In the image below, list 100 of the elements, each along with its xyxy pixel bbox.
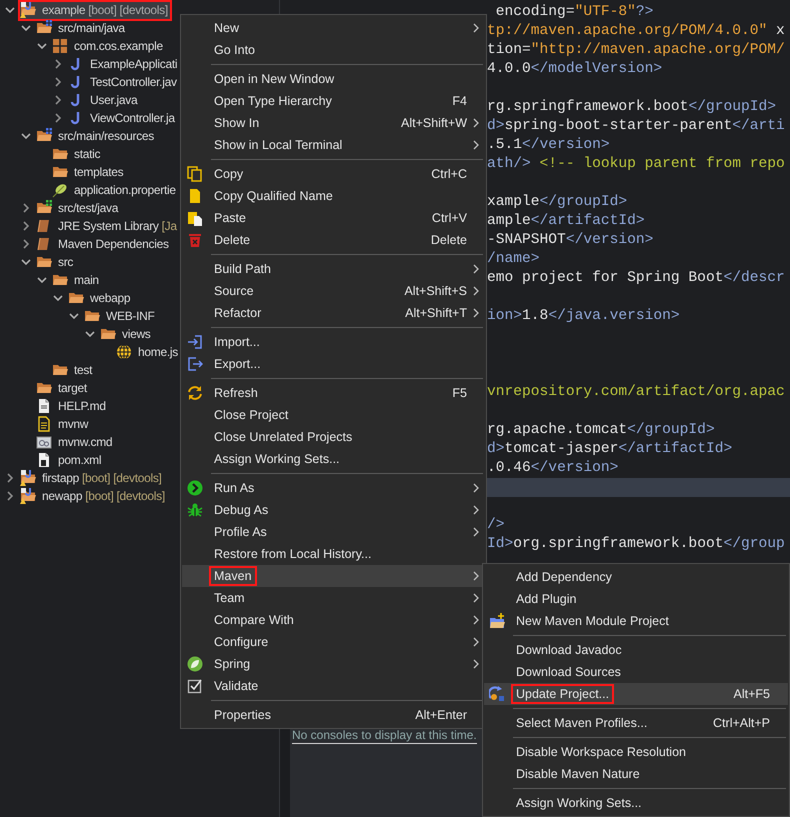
tree-item[interactable]: webapp xyxy=(68,290,132,306)
menu-item[interactable]: Copy Ctrl+C xyxy=(182,163,485,185)
menu-item[interactable]: Open in New Window xyxy=(182,68,485,90)
menu-item[interactable]: Validate xyxy=(182,675,485,697)
source-folder-icon xyxy=(36,128,52,144)
menu-item[interactable]: Export... xyxy=(182,353,485,375)
menu-item[interactable]: New xyxy=(182,17,485,39)
code-line: ath/> <!-- lookup parent from repo xyxy=(487,155,785,174)
tree-item[interactable]: src/test/java xyxy=(36,200,120,216)
checkbox-icon xyxy=(187,678,203,694)
menu-item[interactable]: Build Path xyxy=(182,258,485,280)
menu-item[interactable]: Configure xyxy=(182,631,485,653)
menu-item[interactable]: Close Unrelated Projects xyxy=(182,426,485,448)
code-line: vnrepository.com/artifact/org.apac xyxy=(487,383,785,402)
menu-item[interactable]: Open Type Hierarchy F4 xyxy=(182,90,485,112)
menu-item[interactable]: Disable Maven Nature xyxy=(484,763,788,785)
folder-icon xyxy=(36,380,52,396)
code-line: encoding="UTF-8"?> xyxy=(494,3,654,22)
tree-item[interactable]: static xyxy=(52,146,102,162)
project-folder-icon xyxy=(20,2,36,18)
menu-item[interactable]: Profile As xyxy=(182,521,485,543)
project-folder-icon xyxy=(20,470,36,486)
code-line: xample</groupId> xyxy=(487,193,628,212)
tree-item[interactable]: firstapp [boot] [devtools] xyxy=(20,470,164,486)
tree-item[interactable]: Maven Dependencies xyxy=(36,236,171,252)
menu-item[interactable]: Assign Working Sets... xyxy=(182,448,485,470)
tree-item[interactable]: newapp [boot] [devtools] xyxy=(20,488,167,504)
tree-item[interactable]: WEB-INF xyxy=(84,308,157,324)
paste-icon xyxy=(187,210,203,226)
code-line: d>spring-boot-starter-parent</arti xyxy=(487,117,785,136)
tree-item[interactable]: JRE System Library [Ja xyxy=(36,218,179,234)
tree-item[interactable]: TestController.jav xyxy=(68,74,179,90)
tree-item[interactable]: mvnw.cmd xyxy=(36,434,114,450)
tree-item[interactable]: HELP.md xyxy=(36,398,108,414)
menu-item[interactable]: Paste Ctrl+V xyxy=(182,207,485,229)
menu-item[interactable]: Debug As xyxy=(182,499,485,521)
folder-icon xyxy=(52,146,68,162)
menu-item[interactable]: Add Dependency xyxy=(484,566,788,588)
menu-item[interactable]: Add Plugin xyxy=(484,588,788,610)
export-icon xyxy=(187,356,203,372)
tree-item[interactable]: templates xyxy=(52,164,126,180)
menu-item[interactable]: Copy Qualified Name xyxy=(182,185,485,207)
code-line: /> xyxy=(487,516,505,535)
tree-item[interactable]: home.js xyxy=(116,344,180,360)
menu-item[interactable]: Assign Working Sets... xyxy=(484,792,788,814)
tree-item[interactable]: com.cos.example xyxy=(52,38,165,54)
folder-icon xyxy=(52,362,68,378)
folder-icon xyxy=(36,254,52,270)
menu-item[interactable]: Run As xyxy=(182,477,485,499)
tree-item[interactable]: views xyxy=(100,326,153,342)
tree-item[interactable]: example [boot] [devtools] xyxy=(20,2,170,18)
menu-item[interactable]: Download Javadoc xyxy=(484,639,788,661)
tree-item[interactable]: test xyxy=(52,362,94,378)
menu-item[interactable]: Select Maven Profiles... Ctrl+Alt+P xyxy=(484,712,788,734)
menu-item[interactable]: Import... xyxy=(182,331,485,353)
text-file-icon xyxy=(36,416,52,432)
menu-item[interactable]: Team xyxy=(182,587,485,609)
menu-item[interactable]: Compare With xyxy=(182,609,485,631)
tree-item[interactable]: target xyxy=(36,380,89,396)
tree-item[interactable]: src/main/java xyxy=(36,20,127,36)
menu-item[interactable]: Restore from Local History... xyxy=(182,543,485,565)
tree-item[interactable]: src xyxy=(36,254,76,270)
tree-item[interactable]: User.java xyxy=(68,92,140,108)
menu-item[interactable]: Show In Alt+Shift+W xyxy=(182,112,485,134)
tree-item[interactable]: mvnw xyxy=(36,416,90,432)
code-line: ample</artifactId> xyxy=(487,212,645,231)
tree-item[interactable]: ViewController.ja xyxy=(68,110,177,126)
menu-item[interactable]: Disable Workspace Resolution xyxy=(484,741,788,763)
document-icon xyxy=(36,452,52,468)
book-icon xyxy=(36,218,52,234)
menu-item[interactable]: Go Into xyxy=(182,39,485,61)
tree-item[interactable]: ExampleApplicati xyxy=(68,56,180,72)
code-line: 4.0.0</modelVersion> xyxy=(487,60,662,79)
leaf-icon xyxy=(187,656,203,672)
menu-item[interactable]: Spring xyxy=(182,653,485,675)
project-folder-icon xyxy=(20,488,36,504)
code-line: .5.1</version> xyxy=(487,136,610,155)
tree-item[interactable]: src/main/resources xyxy=(36,128,156,144)
menu-item[interactable]: New Maven Module Project xyxy=(484,610,788,632)
menu-item[interactable]: Refresh F5 xyxy=(182,382,485,404)
code-line: tion="http://maven.apache.org/POM/ xyxy=(487,41,785,60)
menu-item[interactable]: Close Project xyxy=(182,404,485,426)
menu-item[interactable]: Properties Alt+Enter xyxy=(182,704,485,726)
menu-item[interactable]: Show in Local Terminal xyxy=(182,134,485,156)
folder-icon xyxy=(52,164,68,180)
tree-item[interactable]: main xyxy=(52,272,101,288)
code-line: Id>org.springframework.boot</group xyxy=(487,535,785,554)
folder-icon xyxy=(84,308,100,324)
menu-item[interactable]: Download Sources xyxy=(484,661,788,683)
tree-item[interactable]: application.propertie xyxy=(52,182,178,198)
menu-item[interactable]: Update Project... Alt+F5 xyxy=(484,683,788,705)
menu-item[interactable]: Refactor Alt+Shift+T xyxy=(182,302,485,324)
menu-item[interactable]: Source Alt+Shift+S xyxy=(182,280,485,302)
refresh-icon xyxy=(187,385,203,401)
trash-icon xyxy=(187,232,203,248)
menu-item[interactable]: Maven xyxy=(182,565,485,587)
tree-item[interactable]: pom.xml xyxy=(36,452,104,468)
menu-item[interactable]: Delete Delete xyxy=(182,229,485,251)
code-line: /name> xyxy=(487,250,540,269)
code-line: ion>1.8</java.version> xyxy=(487,307,680,326)
